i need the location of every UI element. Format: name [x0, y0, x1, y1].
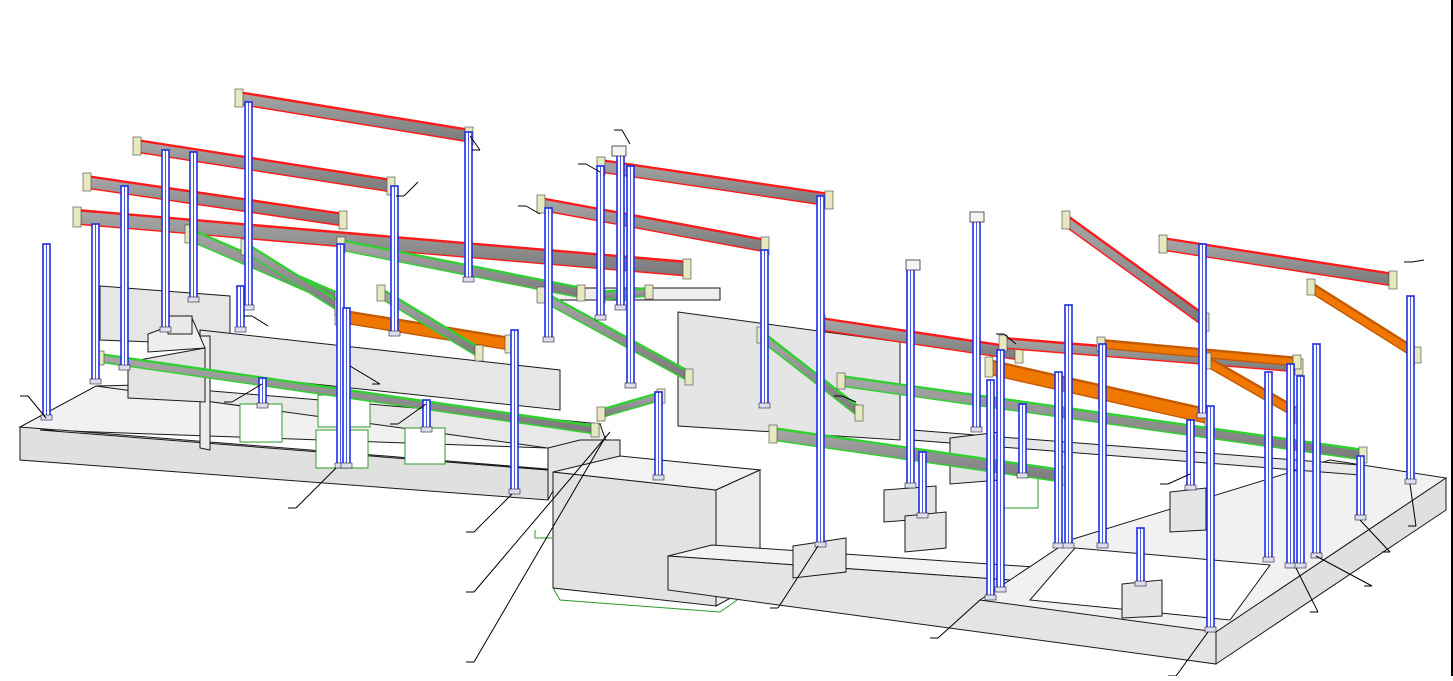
column-28 [1052, 371, 1065, 549]
column-40 [1404, 295, 1417, 485]
column-21 [814, 195, 827, 548]
column-25 [984, 379, 997, 601]
column-10 [340, 307, 353, 469]
column-2 [89, 223, 102, 385]
column-17 [614, 149, 627, 311]
column-24 [970, 213, 983, 433]
column-27 [1016, 403, 1029, 479]
footing-pad-4 [404, 427, 446, 465]
column-35 [1262, 371, 1275, 563]
column-11 [388, 185, 401, 337]
footing-pad-1 [239, 403, 283, 443]
column-34 [1204, 405, 1217, 633]
footing-pad-5 [999, 473, 1039, 509]
column-1 [40, 243, 53, 421]
column-6 [242, 101, 255, 311]
column-15 [542, 207, 555, 343]
cad-3d-viewport[interactable] [0, 0, 1453, 677]
beam-11 [240, 238, 344, 316]
column-19 [652, 391, 665, 481]
steel-structure-model [18, 88, 1448, 677]
column-16 [594, 165, 607, 321]
beam-22 [1158, 234, 1398, 290]
column-31 [1134, 527, 1147, 587]
leader-line-17 [251, 315, 269, 327]
cap-plate-2 [969, 211, 985, 223]
beam-1 [234, 88, 474, 146]
beam-2 [132, 136, 396, 196]
column-29 [1062, 304, 1075, 549]
column-33 [1196, 243, 1209, 419]
beam-21 [1061, 210, 1210, 332]
column-32 [1184, 419, 1197, 491]
column-37 [1294, 375, 1307, 569]
column-38 [1310, 343, 1323, 559]
cap-plate-3 [611, 145, 627, 157]
leader-line-3 [473, 493, 513, 533]
stepped-block-3 [167, 315, 193, 335]
column-36 [1284, 363, 1297, 569]
cap-plate-1 [905, 259, 921, 271]
column-7 [234, 285, 247, 333]
leader-line-19 [403, 181, 419, 197]
column-20 [758, 249, 771, 409]
column-8 [256, 377, 269, 409]
beam-7 [536, 194, 770, 256]
column-23 [916, 451, 929, 519]
column-14 [508, 329, 521, 495]
column-22 [904, 265, 917, 489]
leader-line-22 [621, 129, 631, 145]
column-3 [118, 185, 131, 371]
column-39 [1354, 455, 1367, 521]
column-12 [420, 399, 433, 433]
column-13 [462, 131, 475, 283]
leader-line-25 [1411, 259, 1425, 263]
pedestal-box-3 [1169, 487, 1207, 533]
column-5 [187, 151, 200, 303]
beam-23 [1306, 278, 1422, 364]
column-26 [994, 349, 1007, 593]
column-30 [1096, 343, 1109, 549]
column-18 [624, 165, 637, 389]
column-4 [159, 149, 172, 333]
